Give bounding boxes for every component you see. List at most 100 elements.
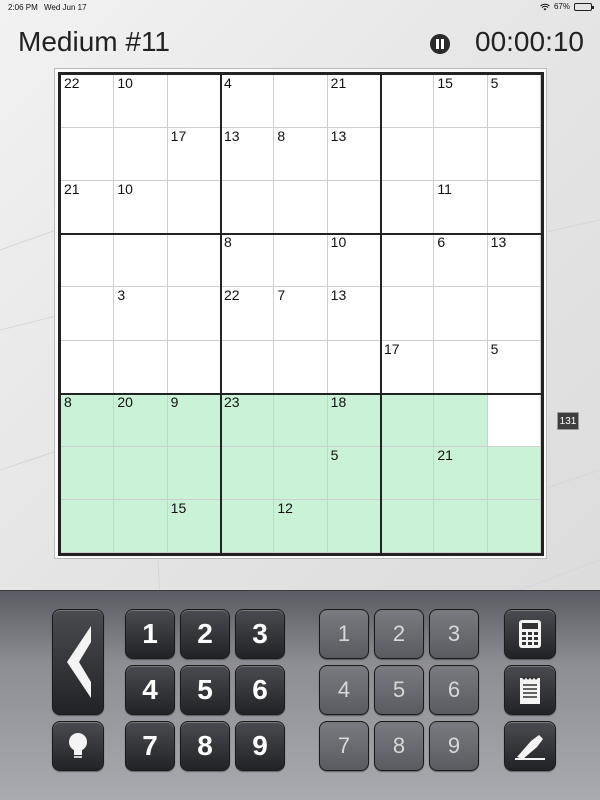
- board-cell[interactable]: [381, 287, 435, 341]
- board-cell[interactable]: 20: [114, 393, 168, 447]
- board-cell[interactable]: [381, 446, 435, 500]
- board-cell[interactable]: [327, 340, 381, 394]
- board-cell[interactable]: [274, 181, 328, 235]
- board-cell[interactable]: [487, 446, 541, 500]
- board-cell[interactable]: 11: [434, 181, 488, 235]
- board-cell[interactable]: [167, 234, 221, 288]
- board-cell[interactable]: 15: [167, 499, 221, 553]
- number-key-6[interactable]: 6: [235, 665, 285, 715]
- board-cell[interactable]: [274, 446, 328, 500]
- board-cell[interactable]: 10: [114, 181, 168, 235]
- notes-button[interactable]: [504, 665, 556, 715]
- board-cell[interactable]: [327, 181, 381, 235]
- board-cell[interactable]: [61, 287, 115, 341]
- candidate-key-5[interactable]: 5: [374, 665, 424, 715]
- board-cell[interactable]: 15: [434, 75, 488, 129]
- board-cell[interactable]: [114, 340, 168, 394]
- board-cell[interactable]: 6: [434, 234, 488, 288]
- board-cell[interactable]: 13: [221, 128, 275, 182]
- board-cell[interactable]: [114, 234, 168, 288]
- board-cell[interactable]: 13: [487, 234, 541, 288]
- number-key-9[interactable]: 9: [235, 721, 285, 771]
- killer-sudoku-board[interactable]: 22 10 4 21 15 5 17 13 8 13 21 10 11 8 10 6 13 3 22 7 13 17 5 8 2…: [58, 72, 544, 556]
- board-cell[interactable]: [381, 128, 435, 182]
- board-cell[interactable]: [61, 234, 115, 288]
- board-cell[interactable]: [61, 499, 115, 553]
- board-cell[interactable]: [221, 340, 275, 394]
- board-cell[interactable]: 10: [114, 75, 168, 129]
- board-cell[interactable]: [434, 499, 488, 553]
- number-key-4[interactable]: 4: [125, 665, 175, 715]
- candidate-key-8[interactable]: 8: [374, 721, 424, 771]
- board-cell[interactable]: [274, 340, 328, 394]
- board-cell[interactable]: 4: [221, 75, 275, 129]
- board-cell[interactable]: [114, 128, 168, 182]
- board-cell[interactable]: [487, 181, 541, 235]
- number-key-7[interactable]: 7: [125, 721, 175, 771]
- candidate-key-9[interactable]: 9: [429, 721, 479, 771]
- candidate-key-2[interactable]: 2: [374, 609, 424, 659]
- board-cell[interactable]: [487, 499, 541, 553]
- eraser-button[interactable]: [504, 721, 556, 771]
- board-cell[interactable]: 23: [221, 393, 275, 447]
- board-cell[interactable]: [167, 446, 221, 500]
- board-cell[interactable]: [167, 287, 221, 341]
- board-cell[interactable]: 21: [327, 75, 381, 129]
- number-key-3[interactable]: 3: [235, 609, 285, 659]
- board-cell[interactable]: 5: [487, 75, 541, 129]
- candidate-key-4[interactable]: 4: [319, 665, 369, 715]
- candidate-key-7[interactable]: 7: [319, 721, 369, 771]
- board-cell[interactable]: [61, 340, 115, 394]
- candidate-key-6[interactable]: 6: [429, 665, 479, 715]
- hint-button[interactable]: [52, 721, 104, 771]
- board-cell[interactable]: [167, 75, 221, 129]
- board-cell[interactable]: [487, 287, 541, 341]
- board-cell[interactable]: 8: [221, 234, 275, 288]
- board-cell[interactable]: [487, 393, 541, 447]
- board-cell[interactable]: [221, 181, 275, 235]
- board-cell[interactable]: 18: [327, 393, 381, 447]
- board-cell[interactable]: [434, 393, 488, 447]
- number-key-8[interactable]: 8: [180, 721, 230, 771]
- candidate-key-1[interactable]: 1: [319, 609, 369, 659]
- board-cell[interactable]: [381, 181, 435, 235]
- number-key-2[interactable]: 2: [180, 609, 230, 659]
- candidate-key-3[interactable]: 3: [429, 609, 479, 659]
- board-cell[interactable]: [61, 446, 115, 500]
- board-cell[interactable]: 13: [327, 128, 381, 182]
- board-cell[interactable]: 7: [274, 287, 328, 341]
- board-cell[interactable]: [434, 287, 488, 341]
- board-cell[interactable]: 5: [487, 340, 541, 394]
- board-cell[interactable]: [167, 340, 221, 394]
- board-cell[interactable]: [381, 499, 435, 553]
- board-cell[interactable]: [381, 234, 435, 288]
- board-cell[interactable]: [381, 75, 435, 129]
- board-cell[interactable]: [114, 499, 168, 553]
- pause-icon[interactable]: [430, 34, 450, 54]
- board-cell[interactable]: [114, 446, 168, 500]
- board-cell[interactable]: 22: [61, 75, 115, 129]
- board-cell[interactable]: 9: [167, 393, 221, 447]
- number-key-5[interactable]: 5: [180, 665, 230, 715]
- board-cell[interactable]: 5: [327, 446, 381, 500]
- board-cell[interactable]: [221, 446, 275, 500]
- board-cell[interactable]: 21: [434, 446, 488, 500]
- board-cell[interactable]: 3: [114, 287, 168, 341]
- board-cell[interactable]: [327, 499, 381, 553]
- board-cell[interactable]: [381, 393, 435, 447]
- board-cell[interactable]: 10: [327, 234, 381, 288]
- board-cell[interactable]: 21: [61, 181, 115, 235]
- board-cell[interactable]: 13: [327, 287, 381, 341]
- board-cell[interactable]: [274, 234, 328, 288]
- board-cell[interactable]: [221, 499, 275, 553]
- board-cell[interactable]: 17: [381, 340, 435, 394]
- calculator-button[interactable]: [504, 609, 556, 659]
- board-cell[interactable]: [167, 181, 221, 235]
- board-cell[interactable]: [274, 393, 328, 447]
- board-cell[interactable]: 8: [274, 128, 328, 182]
- board-cell[interactable]: 12: [274, 499, 328, 553]
- back-button[interactable]: [52, 609, 104, 715]
- board-cell[interactable]: [487, 128, 541, 182]
- board-cell[interactable]: [434, 340, 488, 394]
- board-cell[interactable]: [61, 128, 115, 182]
